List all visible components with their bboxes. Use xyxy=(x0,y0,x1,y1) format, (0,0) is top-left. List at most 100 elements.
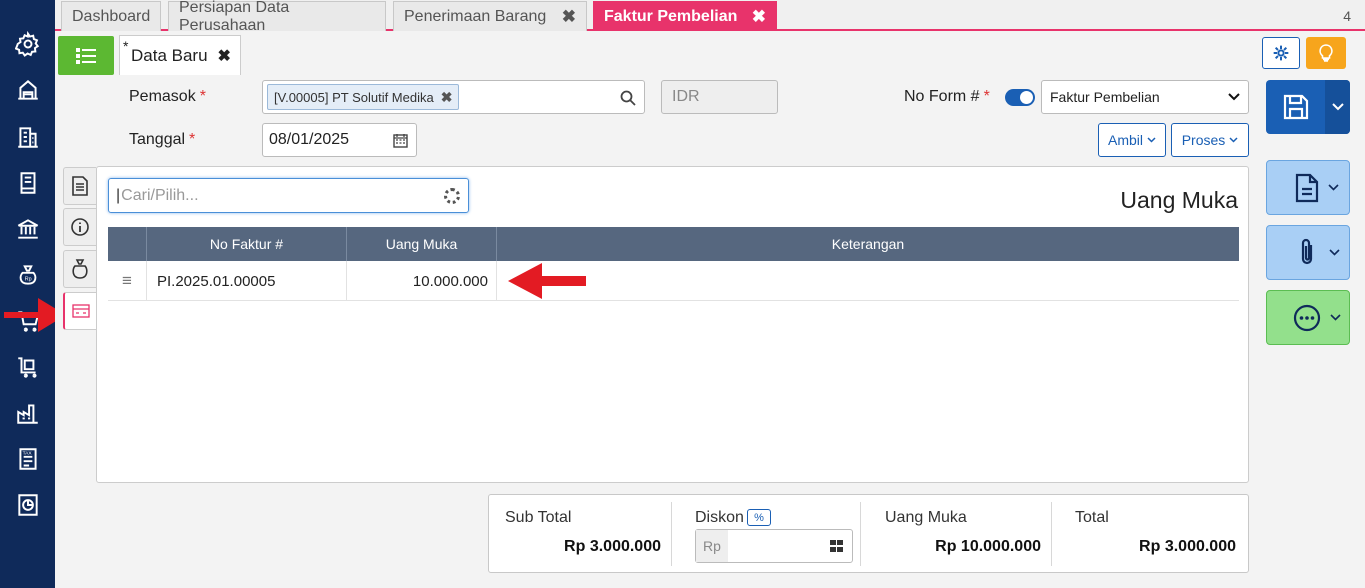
svg-text:Rp: Rp xyxy=(25,276,32,282)
search-input[interactable]: | Cari/Pilih... xyxy=(108,178,469,213)
total-value: Rp 3.000.000 xyxy=(1139,538,1236,555)
panel-title: Uang Muka xyxy=(1120,187,1238,213)
calendar-icon[interactable] xyxy=(393,133,408,148)
delivery-cart-icon[interactable] xyxy=(13,352,43,382)
doc-tab-label: Data Baru xyxy=(131,45,208,65)
ledger-icon[interactable] xyxy=(13,168,43,198)
search-placeholder: Cari/Pilih... xyxy=(121,186,199,204)
total-cell: Total Rp 3.000.000 xyxy=(1052,495,1250,574)
pemasok-field[interactable]: [V.00005] PT Solutif Medika ✖ xyxy=(262,80,645,114)
column-header: No Faktur # xyxy=(147,227,347,261)
cell-keterangan[interactable] xyxy=(497,261,1239,301)
bank-icon[interactable] xyxy=(13,214,43,244)
factory-icon[interactable] xyxy=(13,398,43,428)
diskon-input[interactable]: Rp xyxy=(695,529,853,563)
currency-field: IDR xyxy=(661,80,778,114)
diskon-percent-toggle[interactable]: % xyxy=(747,509,771,526)
tab-penerimaan-barang[interactable]: Penerimaan Barang ✖ xyxy=(393,1,587,31)
list-icon xyxy=(76,47,96,64)
chevron-down-icon xyxy=(1331,103,1344,111)
column-header: Uang Muka xyxy=(347,227,497,261)
tab-label: Dashboard xyxy=(72,7,151,25)
tax-icon[interactable]: TAX xyxy=(13,444,43,474)
column-header: Keterangan xyxy=(831,236,905,252)
file-icon xyxy=(1295,173,1319,202)
tab-label: Faktur Pembelian xyxy=(604,7,738,25)
tanggal-field[interactable]: 08/01/2025 xyxy=(262,123,417,157)
document-icon xyxy=(72,176,88,196)
uang-muka-value: Rp 10.000.000 xyxy=(935,538,1041,555)
gear-icon[interactable] xyxy=(13,29,43,59)
tab-label: Penerimaan Barang xyxy=(404,7,547,25)
drag-column-header xyxy=(108,227,147,261)
advance-payment-icon xyxy=(71,304,90,318)
sub-total-value: Rp 3.000.000 xyxy=(564,538,661,555)
total-label: Total xyxy=(1075,509,1109,526)
tab-bar: Dashboard Persiapan Data Perusahaan Pene… xyxy=(55,0,1365,34)
sub-total-cell: Sub Total Rp 3.000.000 xyxy=(489,495,671,574)
chevron-down-icon xyxy=(1228,93,1240,101)
sub-total-label: Sub Total xyxy=(505,509,572,526)
tab-count[interactable]: 4 xyxy=(1343,8,1351,24)
drag-handle-icon[interactable]: ≡ xyxy=(108,261,147,301)
save-dropdown[interactable] xyxy=(1325,80,1350,134)
chevron-down-icon xyxy=(1229,137,1238,143)
pemasok-value: [V.00005] PT Solutif Medika xyxy=(274,89,434,105)
report-icon[interactable] xyxy=(13,490,43,520)
no-form-toggle[interactable] xyxy=(1005,89,1035,106)
cell-uang-muka[interactable]: 10.000.000 xyxy=(347,261,497,301)
tips-button[interactable] xyxy=(1306,37,1346,69)
modified-mark: * xyxy=(123,38,129,54)
search-icon[interactable] xyxy=(620,90,636,106)
attachment-button[interactable] xyxy=(1266,225,1350,280)
proses-button[interactable]: Proses xyxy=(1171,123,1249,157)
save-button[interactable] xyxy=(1266,80,1350,134)
building-icon[interactable] xyxy=(13,122,43,152)
money-bag-icon[interactable]: Rp xyxy=(13,260,43,290)
annotation-arrow-right xyxy=(508,263,586,299)
money-bag-icon xyxy=(72,259,88,279)
diskon-prefix: Rp xyxy=(696,530,728,562)
close-icon[interactable]: ✖ xyxy=(218,46,231,66)
lightbulb-icon xyxy=(1319,44,1333,62)
document-bar: * Data Baru ✖ xyxy=(55,33,1365,77)
document-menu-button[interactable] xyxy=(1266,160,1350,215)
save-icon xyxy=(1283,94,1309,120)
tab-persiapan-data[interactable]: Persiapan Data Perusahaan xyxy=(168,0,386,34)
form-type-value: Faktur Pembelian xyxy=(1050,89,1160,105)
side-tab-cost[interactable] xyxy=(63,250,96,288)
calculator-icon[interactable] xyxy=(829,539,844,553)
list-button[interactable] xyxy=(58,36,114,75)
tab-faktur-pembelian[interactable]: Faktur Pembelian ✖ xyxy=(593,1,777,31)
close-icon[interactable]: ✖ xyxy=(562,7,576,27)
doc-tab-data-baru[interactable]: * Data Baru ✖ xyxy=(119,35,241,75)
uang-muka-panel: | Cari/Pilih... Uang Muka No Faktur # Uan… xyxy=(96,166,1249,483)
table-header: No Faktur # Uang Muka Keterangan xyxy=(108,227,1239,261)
main-area: Dashboard Persiapan Data Perusahaan Pene… xyxy=(55,0,1365,588)
pemasok-chip: [V.00005] PT Solutif Medika ✖ xyxy=(267,84,460,110)
form-type-select[interactable]: Faktur Pembelian xyxy=(1041,80,1249,114)
table-row[interactable]: ≡ PI.2025.01.00005 10.000.000 xyxy=(108,261,1239,301)
side-tab-detail[interactable] xyxy=(63,167,96,205)
close-icon[interactable]: ✖ xyxy=(752,7,766,27)
tanggal-label: Tanggal * xyxy=(129,131,196,148)
ambil-button[interactable]: Ambil xyxy=(1098,123,1166,157)
side-tab-info[interactable] xyxy=(63,208,96,246)
more-icon xyxy=(1293,304,1321,331)
tanggal-value: 08/01/2025 xyxy=(269,131,350,148)
chevron-down-icon xyxy=(1328,184,1339,191)
pemasok-label: Pemasok * xyxy=(129,88,206,105)
paperclip-icon xyxy=(1301,238,1313,264)
no-form-label: No Form # * xyxy=(904,88,990,105)
uang-muka-total-cell: Uang Muka Rp 10.000.000 xyxy=(861,495,1051,574)
loading-spinner-icon xyxy=(444,188,460,204)
warehouse-icon[interactable] xyxy=(13,75,43,105)
side-tab-uang-muka[interactable] xyxy=(63,292,96,330)
chevron-down-icon xyxy=(1330,314,1341,321)
more-actions-button[interactable] xyxy=(1266,290,1350,345)
chevron-down-icon xyxy=(1329,249,1340,256)
tab-dashboard[interactable]: Dashboard xyxy=(61,1,161,31)
remove-icon[interactable]: ✖ xyxy=(441,89,453,106)
totals-box: Sub Total Rp 3.000.000 Diskon % Rp Uang … xyxy=(488,494,1249,573)
settings-button[interactable] xyxy=(1262,37,1300,69)
